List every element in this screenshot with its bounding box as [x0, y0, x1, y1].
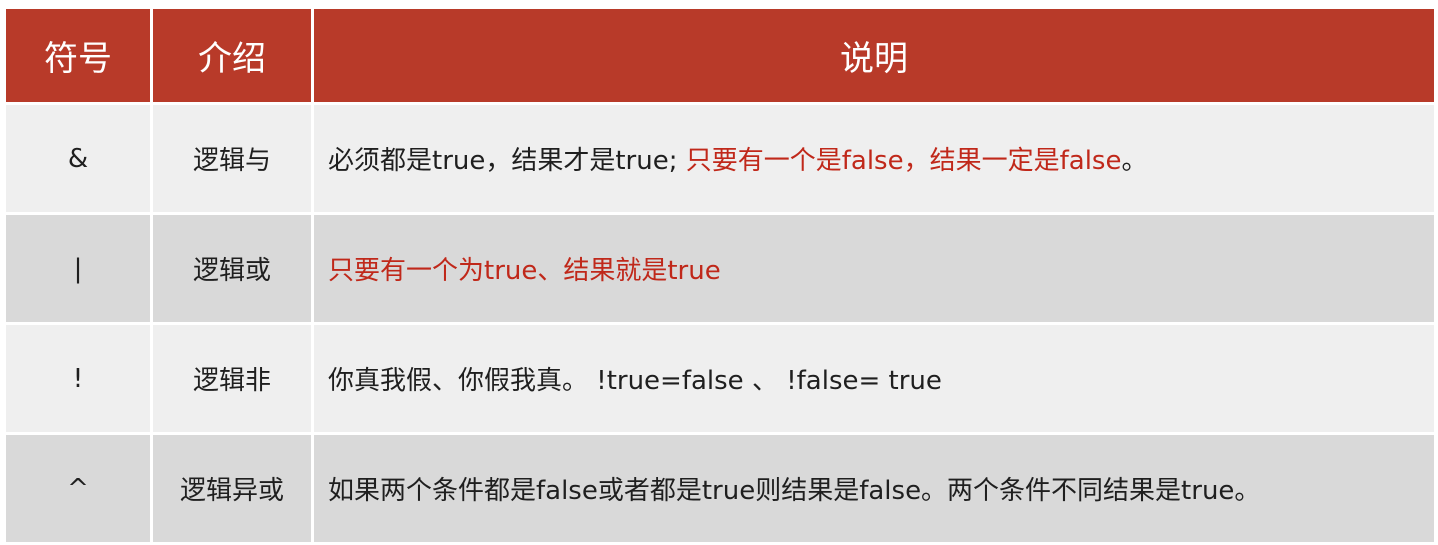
description-cell: 如果两个条件都是false或者都是true则结果是false。两个条件不同结果是… — [311, 432, 1437, 545]
table-row-xor: ^ 逻辑异或 如果两个条件都是false或者都是true则结果是false。两个… — [3, 432, 1437, 545]
operators-table-container: 符号 介绍 说明 & 逻辑与 必须都是true，结果才是true; 只要有一个是… — [3, 6, 1437, 545]
intro-cell: 逻辑或 — [150, 212, 314, 325]
header-intro: 介绍 — [150, 6, 314, 105]
table-row-or: | 逻辑或 只要有一个为true、结果就是true — [3, 212, 1437, 325]
description-cell: 你真我假、你假我真。 !true=false 、 !false= true — [311, 322, 1437, 435]
description-tail: 。 — [1121, 146, 1148, 176]
description-text: 必须都是true，结果才是true; — [328, 146, 686, 176]
description-cell: 必须都是true，结果才是true; 只要有一个是false，结果一定是fals… — [311, 102, 1437, 215]
symbol-cell: & — [3, 102, 153, 215]
table-header-row: 符号 介绍 说明 — [3, 6, 1437, 105]
description-highlight: 只要有一个是false，结果一定是false — [685, 146, 1122, 176]
description-cell: 只要有一个为true、结果就是true — [311, 212, 1437, 325]
symbol-cell: ^ — [3, 432, 153, 545]
intro-cell: 逻辑与 — [150, 102, 314, 215]
table-row-not: ! 逻辑非 你真我假、你假我真。 !true=false 、 !false= t… — [3, 322, 1437, 435]
symbol-cell: | — [3, 212, 153, 325]
intro-cell: 逻辑异或 — [150, 432, 314, 545]
table-row-and: & 逻辑与 必须都是true，结果才是true; 只要有一个是false，结果一… — [3, 102, 1437, 215]
header-description: 说明 — [311, 6, 1437, 105]
symbol-cell: ! — [3, 322, 153, 435]
description-highlight: 只要有一个为true、结果就是true — [328, 256, 721, 286]
logical-operators-table: 符号 介绍 说明 & 逻辑与 必须都是true，结果才是true; 只要有一个是… — [3, 6, 1437, 545]
header-symbol: 符号 — [3, 6, 153, 105]
intro-cell: 逻辑非 — [150, 322, 314, 435]
